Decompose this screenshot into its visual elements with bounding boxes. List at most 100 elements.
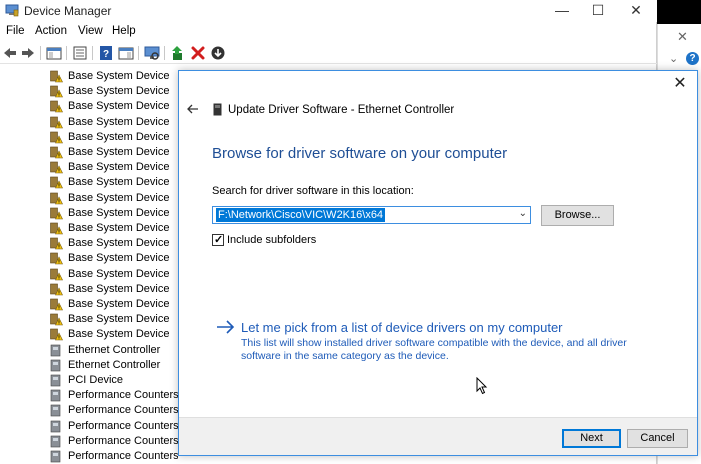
device-warning-icon	[50, 253, 63, 265]
tree-item[interactable]: Base System Device	[50, 99, 178, 114]
tree-item-label: Base System Device	[68, 313, 170, 326]
menu-file[interactable]: File	[6, 25, 25, 37]
tree-item-label: Performance Counters	[68, 389, 178, 402]
tree-item[interactable]: Base System Device	[50, 236, 178, 251]
tree-item[interactable]: Performance Counters	[50, 449, 178, 464]
tree-item-label: Performance Counters	[68, 419, 178, 432]
cancel-button[interactable]: Cancel	[627, 429, 688, 448]
next-button[interactable]: Next	[562, 429, 621, 448]
tree-item-label: Base System Device	[68, 85, 170, 98]
dialog-footer: Next Cancel	[179, 417, 697, 455]
show-hide-tree-icon[interactable]	[46, 45, 62, 61]
minimize-button[interactable]: —	[542, 0, 582, 22]
toolbar-separator	[66, 46, 67, 60]
dialog-close-button[interactable]: ✕	[671, 75, 689, 93]
tree-item-label: Base System Device	[68, 100, 170, 113]
tree-item-label: PCI Device	[68, 374, 124, 386]
device-warning-icon	[50, 101, 63, 113]
tree-item-label: Base System Device	[68, 237, 170, 250]
device-warning-icon	[50, 131, 63, 144]
dialog-title: Update Driver Software - Ethernet Contro…	[228, 104, 455, 116]
tree-item[interactable]: Performance Counters	[50, 434, 178, 449]
tree-item-label: Performance Counters	[68, 404, 178, 417]
tree-item[interactable]: Base System Device	[50, 84, 178, 99]
title-bar[interactable]: Device Manager — ☐ ✕	[0, 0, 657, 22]
tree-item[interactable]: Base System Device	[50, 282, 178, 297]
device-icon	[50, 374, 61, 387]
tree-item-label: Base System Device	[68, 115, 170, 128]
tree-item-label: Ethernet Controller	[68, 358, 161, 371]
forward-arrow-icon[interactable]	[20, 45, 36, 61]
back-arrow-icon[interactable]	[186, 102, 200, 116]
location-label: Search for driver software in this locat…	[212, 185, 414, 197]
toolbar-separator	[164, 46, 165, 60]
device-warning-icon	[50, 268, 63, 280]
device-warning-icon	[50, 70, 63, 83]
include-subfolders-checkbox[interactable]: ✓	[212, 234, 224, 246]
device-icon	[50, 450, 61, 463]
tree-item[interactable]: Base System Device	[50, 251, 178, 266]
tree-item[interactable]: Base System Device	[50, 130, 178, 145]
tree-item[interactable]: Base System Device	[50, 160, 178, 175]
tree-item[interactable]: Base System Device	[50, 267, 178, 282]
device-icon	[50, 359, 61, 372]
tree-item-label: Base System Device	[68, 70, 170, 82]
tree-item[interactable]: Base System Device	[50, 206, 178, 221]
driver-path-combobox[interactable]: F:\Network\Cisco\VIC\W2K16\x64 ⌄	[212, 206, 531, 224]
ethernet-device-icon	[213, 103, 222, 116]
device-warning-icon	[50, 177, 63, 189]
tree-item[interactable]: Base System Device	[50, 191, 178, 206]
tree-item[interactable]: Base System Device	[50, 145, 178, 160]
device-icon	[50, 389, 61, 402]
update-driver-icon[interactable]	[170, 45, 186, 61]
tree-item[interactable]: Base System Device	[50, 115, 178, 130]
device-warning-icon	[50, 283, 63, 296]
menu-help[interactable]: Help	[112, 25, 136, 37]
window-title: Device Manager	[24, 4, 112, 18]
tree-item[interactable]: Base System Device	[50, 175, 178, 190]
chevron-down-icon[interactable]: ⌄	[519, 208, 527, 219]
device-warning-icon	[50, 192, 63, 204]
checkmark-icon: ✓	[214, 234, 224, 246]
browse-button[interactable]: Browse...	[541, 205, 614, 226]
device-tree[interactable]: Base System Device Base System Device Base…	[0, 66, 178, 464]
pick-driver-link[interactable]: Let me pick from a list of device driver…	[241, 320, 563, 335]
close-button[interactable]: ✕	[616, 0, 656, 22]
scan-hardware-icon[interactable]	[144, 45, 160, 61]
tree-item[interactable]: Performance Counters	[50, 419, 178, 434]
uninstall-icon[interactable]	[190, 45, 206, 61]
screen: Device Manager — ☐ ✕ File Action View He…	[0, 0, 701, 464]
properties-icon[interactable]	[72, 45, 88, 61]
tree-item[interactable]: Ethernet Controller	[50, 343, 178, 358]
help-icon[interactable]: ?	[98, 45, 114, 61]
back-arrow-icon[interactable]	[2, 45, 18, 61]
tree-item[interactable]: Performance Counters	[50, 403, 178, 418]
menu-action[interactable]: Action	[35, 25, 67, 37]
toolbar: ?	[0, 42, 657, 64]
dialog-heading: Browse for driver software on your compu…	[212, 145, 508, 162]
device-icon	[50, 420, 61, 432]
tree-item[interactable]: Base System Device	[50, 221, 178, 236]
help-circle-icon[interactable]: ?	[686, 52, 699, 65]
disable-device-icon[interactable]	[210, 45, 226, 61]
tree-item[interactable]: Base System Device	[50, 297, 178, 312]
tree-item-label: Ethernet Controller	[68, 343, 161, 356]
arrow-right-icon[interactable]	[216, 320, 236, 334]
background-close-icon[interactable]: ✕	[677, 29, 688, 45]
tree-item[interactable]: Base System Device	[50, 312, 178, 327]
tree-item[interactable]: Base System Device	[50, 69, 178, 84]
tree-item[interactable]: PCI Device	[50, 373, 178, 388]
tree-item[interactable]: Base System Device	[50, 327, 178, 342]
tree-item[interactable]: Performance Counters	[50, 388, 178, 403]
device-warning-icon	[50, 161, 63, 174]
pick-driver-description: This list will show installed driver sof…	[241, 337, 627, 362]
driver-path-input[interactable]: F:\Network\Cisco\VIC\W2K16\x64	[216, 208, 386, 222]
tree-item-label: Base System Device	[68, 176, 170, 189]
include-subfolders-label[interactable]: Include subfolders	[227, 234, 316, 246]
maximize-button[interactable]: ☐	[578, 0, 618, 22]
tree-item[interactable]: Ethernet Controller	[50, 358, 178, 373]
device-warning-icon	[50, 222, 63, 235]
menu-view[interactable]: View	[78, 25, 103, 37]
action-pane-icon[interactable]	[118, 45, 134, 61]
chevron-down-icon[interactable]: ⌄	[669, 52, 678, 65]
